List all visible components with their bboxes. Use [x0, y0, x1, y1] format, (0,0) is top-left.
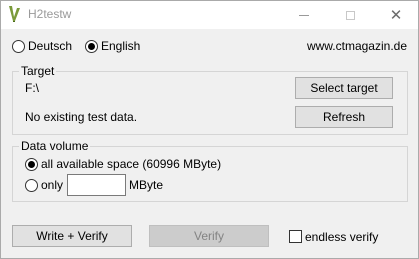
radio-english-label: English [101, 39, 141, 53]
close-icon: ✕ [389, 6, 403, 24]
radio-english[interactable] [85, 40, 98, 53]
radio-deutsch-label: Deutsch [28, 39, 73, 53]
target-path: F:\ [25, 81, 39, 95]
radio-all-space[interactable] [25, 158, 38, 171]
refresh-button[interactable]: Refresh [295, 106, 393, 128]
window-title: H2testw [28, 7, 72, 21]
write-verify-button[interactable]: Write + Verify [12, 225, 132, 247]
data-volume-group-title: Data volume [19, 139, 91, 153]
endless-verify-checkbox[interactable] [289, 230, 302, 243]
maximize-icon [345, 10, 355, 20]
select-target-button[interactable]: Select target [295, 77, 393, 99]
verify-button[interactable]: Verify [149, 225, 269, 247]
target-status: No existing test data. [25, 110, 138, 124]
radio-deutsch[interactable] [12, 40, 25, 53]
mbyte-unit-label: MByte [129, 178, 164, 192]
maximize-button[interactable] [327, 1, 373, 29]
radio-only-label: only [41, 178, 64, 192]
website-link[interactable]: www.ctmagazin.de [307, 39, 407, 53]
target-group-title: Target [19, 64, 57, 78]
title-bar[interactable]: H2testw ✕ [1, 1, 418, 29]
radio-all-space-label: all available space (60996 MByte) [41, 157, 222, 171]
only-mbyte-input[interactable] [67, 174, 126, 196]
h2testw-window: H2testw ✕ Deutsch English www.ctmagazin.… [0, 0, 419, 259]
minimize-button[interactable] [281, 1, 327, 29]
endless-verify-label: endless verify [305, 230, 379, 244]
radio-only[interactable] [25, 179, 38, 192]
close-button[interactable]: ✕ [373, 1, 419, 29]
h2testw-app-icon [9, 6, 20, 22]
minimize-icon [299, 14, 309, 16]
